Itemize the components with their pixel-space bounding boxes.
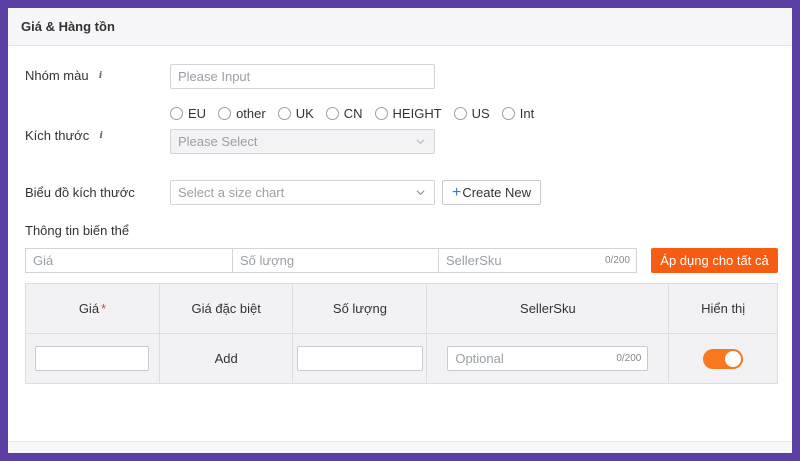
cell-price: [25, 333, 160, 384]
section-title: Giá & Hàng tồn: [8, 8, 792, 46]
info-icon[interactable]: i: [95, 70, 107, 82]
size-chart-select[interactable]: Select a size chart: [170, 180, 435, 205]
bulk-sku-input[interactable]: SellerSku 0/200: [438, 248, 637, 273]
cell-seller-sku: Optional 0/200: [426, 333, 670, 384]
size-options: EU other UK CN HEIGHT US Int: [170, 106, 546, 121]
toggle-knob: [725, 350, 742, 367]
header-seller-sku: SellerSku: [426, 283, 670, 334]
size-option-label: EU: [188, 106, 207, 121]
chevron-down-icon: [416, 139, 425, 145]
radio-icon[interactable]: [218, 107, 232, 120]
size-option-height[interactable]: HEIGHT: [374, 106, 442, 121]
visible-toggle[interactable]: [703, 348, 744, 369]
color-group-placeholder: Please Input: [178, 69, 251, 84]
size-label: Kích thước i: [25, 128, 107, 143]
variant-info-label-text: Thông tin biến thể: [25, 223, 130, 238]
size-option-label: HEIGHT: [392, 106, 442, 121]
add-special-price-link[interactable]: Add: [215, 351, 238, 366]
size-option-cn[interactable]: CN: [325, 106, 363, 121]
cell-visible: [668, 333, 778, 384]
table-row: Add Optional 0/200: [25, 333, 778, 384]
color-group-input[interactable]: Please Input: [170, 64, 435, 89]
radio-icon[interactable]: [170, 107, 183, 120]
header-price-text: Giá: [78, 301, 100, 316]
size-option-label: CN: [343, 106, 363, 121]
header-price: Giá *: [25, 283, 160, 334]
bulk-price-input[interactable]: Giá: [25, 248, 232, 273]
cell-quantity: [292, 333, 428, 384]
size-label-text: Kích thước: [25, 128, 90, 143]
seller-sku-input[interactable]: Optional 0/200: [447, 346, 649, 371]
bulk-sku-counter: 0/200: [604, 255, 630, 266]
price-stock-panel: Giá & Hàng tồn Nhóm màu i Please Input E…: [8, 8, 792, 453]
radio-icon[interactable]: [501, 107, 515, 120]
size-option-label: US: [471, 106, 490, 121]
apply-all-button[interactable]: Áp dụng cho tất cả: [651, 248, 778, 273]
required-mark: *: [101, 301, 107, 316]
bulk-quantity-input[interactable]: Số lượng: [232, 248, 438, 273]
info-icon[interactable]: i: [95, 130, 107, 142]
size-option-uk[interactable]: UK: [277, 106, 314, 121]
seller-sku-placeholder: Optional: [455, 351, 504, 366]
plus-icon: +: [452, 183, 462, 201]
size-option-eu[interactable]: EU: [170, 106, 206, 121]
radio-icon[interactable]: [374, 107, 388, 120]
size-option-int[interactable]: Int: [501, 106, 535, 121]
price-input[interactable]: [35, 346, 150, 371]
size-option-label: Int: [519, 106, 535, 121]
size-chart-label: Biểu đồ kích thước: [25, 185, 135, 200]
size-chart-label-text: Biểu đồ kích thước: [25, 185, 135, 200]
color-group-label-text: Nhóm màu: [25, 68, 89, 83]
bulk-sku-placeholder: SellerSku: [446, 253, 502, 268]
variants-table: Giá * Giá đặc biệt Số lượng SellerSku Hiể…: [25, 283, 778, 384]
quantity-input[interactable]: [296, 346, 423, 371]
header-special-price: Giá đặc biệt: [158, 283, 294, 334]
size-option-other[interactable]: other: [218, 106, 266, 121]
variant-bulk-inputs: Giá Số lượng SellerSku 0/200: [25, 248, 645, 273]
panel-footer-divider: [8, 441, 792, 453]
bulk-price-placeholder: Giá: [33, 253, 54, 268]
radio-icon[interactable]: [453, 107, 467, 120]
radio-icon[interactable]: [277, 107, 291, 120]
radio-icon[interactable]: [325, 107, 339, 120]
chevron-down-icon: [416, 190, 425, 196]
header-visible: Hiển thị: [668, 283, 778, 334]
size-select-placeholder: Please Select: [178, 134, 258, 149]
color-group-label: Nhóm màu i: [25, 68, 107, 83]
variant-info-label: Thông tin biến thể: [25, 223, 129, 238]
bulk-quantity-placeholder: Số lượng: [240, 253, 295, 268]
cell-special-price: Add: [158, 333, 294, 384]
size-option-us[interactable]: US: [453, 106, 490, 121]
seller-sku-counter: 0/200: [616, 353, 642, 364]
size-chart-placeholder: Select a size chart: [178, 185, 285, 200]
size-select[interactable]: Please Select: [170, 129, 435, 154]
apply-all-label: Áp dụng cho tất cả: [660, 253, 769, 268]
header-quantity: Số lượng: [292, 283, 428, 334]
size-option-label: UK: [295, 106, 314, 121]
create-size-chart-label: Create New: [462, 185, 531, 200]
create-size-chart-button[interactable]: + Create New: [442, 180, 541, 205]
size-option-label: other: [236, 106, 266, 121]
